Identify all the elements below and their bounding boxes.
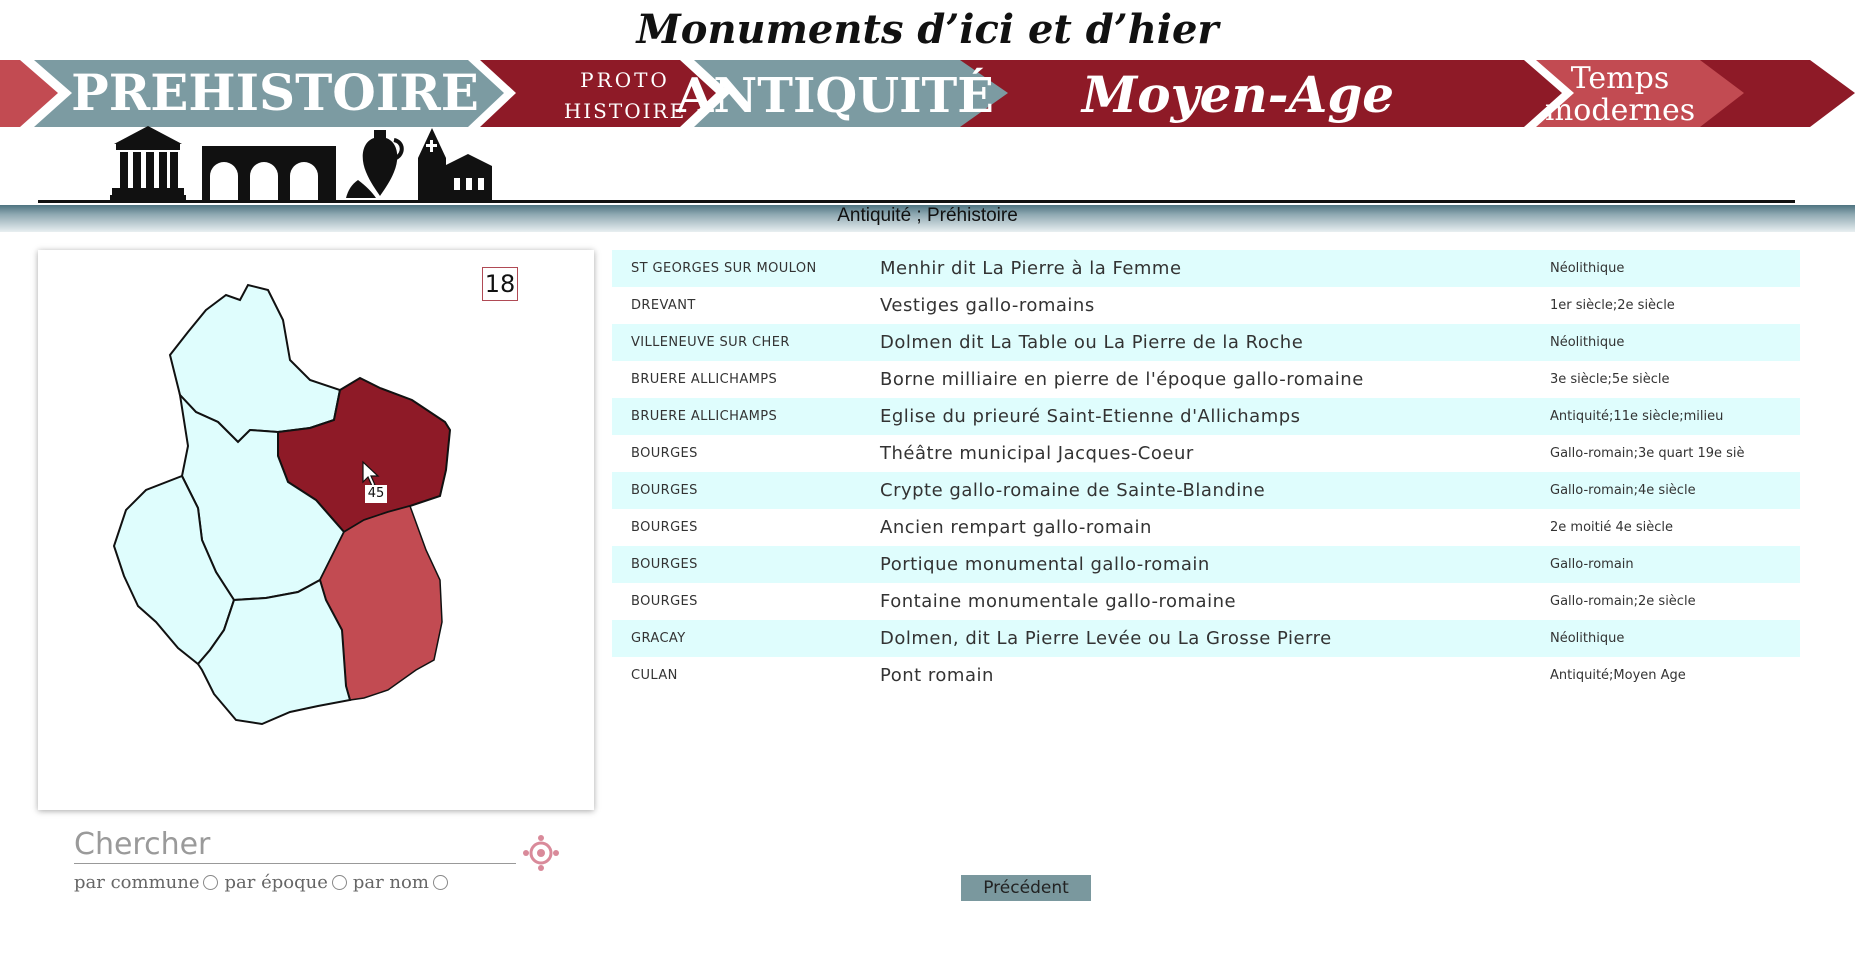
result-name: Fontaine monumentale gallo-romaine (880, 591, 1237, 612)
department-badge: 18 (482, 267, 518, 301)
period-label-line2: modernes (1545, 93, 1695, 127)
period-label: PREHISTOIRE (71, 63, 479, 122)
table-row[interactable]: BOURGES Théâtre municipal Jacques-Coeur Ga… (612, 435, 1800, 472)
search-options: par commune par époque par nom (74, 872, 454, 893)
result-name: Théâtre municipal Jacques-Coeur (880, 443, 1194, 464)
table-row[interactable]: GRACAY Dolmen, dit La Pierre Levée ou La … (612, 620, 1800, 657)
site-title: Monuments d’ici et d’hier (636, 6, 1219, 53)
option-label: par époque (224, 872, 328, 893)
period-moyen-age[interactable]: Moyen-Age (1080, 65, 1394, 124)
result-town: BOURGES (631, 483, 698, 498)
result-period: Antiquité;11e siècle;milieu (1550, 409, 1724, 424)
result-period: Néolithique (1550, 335, 1625, 350)
temple-icon (110, 126, 186, 200)
previous-button[interactable]: Précédent (961, 875, 1091, 901)
result-name: Dolmen dit La Table ou La Pierre de la R… (880, 332, 1304, 353)
result-name: Portique monumental gallo-romain (880, 554, 1210, 575)
period-label-line2: HISTOIRE (564, 99, 686, 123)
result-town: BOURGES (631, 557, 698, 572)
search-option-epoque[interactable]: par époque (224, 872, 347, 893)
table-row[interactable]: VILLENEUVE SUR CHER Dolmen dit La Table o… (612, 324, 1800, 361)
radio-button[interactable] (432, 875, 448, 890)
search-option-commune[interactable]: par commune (74, 872, 219, 893)
search-icon[interactable] (522, 834, 560, 872)
result-period: Gallo-romain;3e quart 19e siè (1550, 446, 1745, 461)
radio-button[interactable] (331, 875, 347, 890)
period-label-line1: Temps (1571, 61, 1669, 96)
monument-icons (110, 126, 492, 200)
period-label-line1: PROTO (580, 68, 670, 92)
result-name: Dolmen, dit La Pierre Levée ou La Grosse… (880, 628, 1332, 649)
result-name: Pont romain (880, 665, 994, 686)
map-panel: 18 45 (38, 250, 594, 810)
radio-button[interactable] (203, 875, 219, 890)
results-table: ST GEORGES SUR MOULON Menhir dit La Pierr… (612, 250, 1800, 694)
period-label: ANTIQUITÉ (675, 67, 994, 124)
period-prehistoire[interactable]: PREHISTOIRE (0, 60, 560, 127)
result-town: CULAN (631, 668, 678, 683)
result-period: Gallo-romain;2e siècle (1550, 594, 1696, 609)
timeline-banner: PREHISTOIRE PROTO HISTOIRE ANTIQUITÉ Moy… (0, 60, 1855, 127)
search-input[interactable] (74, 825, 516, 864)
period-label: Moyen-Age (1080, 65, 1394, 124)
amphora-icon (346, 130, 404, 198)
result-period: 2e moitié 4e siècle (1550, 520, 1674, 535)
period-antiquite[interactable]: ANTIQUITÉ (675, 60, 1008, 127)
search-option-nom[interactable]: par nom (353, 872, 448, 893)
result-name: Ancien rempart gallo-romain (880, 517, 1152, 538)
result-period: Néolithique (1550, 261, 1625, 276)
table-row[interactable]: BRUERE ALLICHAMPS Eglise du prieuré Saint… (612, 398, 1800, 435)
chapel-icon (418, 128, 492, 200)
result-name: Crypte gallo-romaine de Sainte-Blandine (880, 480, 1266, 501)
filter-label: Antiquité ; Préhistoire (837, 205, 1018, 226)
table-row[interactable]: CULAN Pont romain Antiquité;Moyen Age (612, 657, 1800, 694)
result-town: VILLENEUVE SUR CHER (631, 335, 790, 350)
result-town: ST GEORGES SUR MOULON (631, 261, 817, 276)
result-name: Borne milliaire en pierre de l'époque ga… (880, 369, 1364, 390)
result-town: DREVANT (631, 298, 696, 313)
table-row[interactable]: BOURGES Portique monumental gallo-romain G… (612, 546, 1800, 583)
table-row[interactable]: ST GEORGES SUR MOULON Menhir dit La Pierr… (612, 250, 1800, 287)
result-town: GRACAY (631, 631, 686, 646)
department-map (112, 283, 452, 726)
result-period: Gallo-romain;4e siècle (1550, 483, 1696, 498)
result-period: Antiquité;Moyen Age (1550, 668, 1686, 683)
result-name: Menhir dit La Pierre à la Femme (880, 258, 1182, 279)
result-town: BRUERE ALLICHAMPS (631, 409, 778, 424)
result-period: 1er siècle;2e siècle (1550, 298, 1675, 313)
hover-count-tooltip: 45 (365, 485, 387, 503)
aqueduct-icon (202, 146, 336, 200)
result-period: Néolithique (1550, 631, 1625, 646)
table-row[interactable]: BOURGES Ancien rempart gallo-romain 2e moi… (612, 509, 1800, 546)
header-divider (38, 200, 1795, 203)
table-row[interactable]: DREVANT Vestiges gallo-romains 1er siècle;… (612, 287, 1800, 324)
result-name: Vestiges gallo-romains (880, 295, 1095, 316)
result-town: BOURGES (631, 594, 698, 609)
result-period: Gallo-romain (1550, 557, 1634, 572)
table-row[interactable]: BOURGES Crypte gallo-romaine de Sainte-Bl… (612, 472, 1800, 509)
result-period: 3e siècle;5e siècle (1550, 372, 1670, 387)
period-temps-modernes[interactable]: Temps modernes (1524, 60, 1744, 127)
option-label: par commune (74, 872, 200, 893)
result-town: BRUERE ALLICHAMPS (631, 372, 778, 387)
table-row[interactable]: BRUERE ALLICHAMPS Borne milliaire en pier… (612, 361, 1800, 398)
result-town: BOURGES (631, 520, 698, 535)
result-town: BOURGES (631, 446, 698, 461)
table-row[interactable]: BOURGES Fontaine monumentale gallo-romain… (612, 583, 1800, 620)
option-label: par nom (352, 872, 429, 893)
result-name: Eglise du prieuré Saint-Etienne d'Allich… (880, 406, 1301, 427)
